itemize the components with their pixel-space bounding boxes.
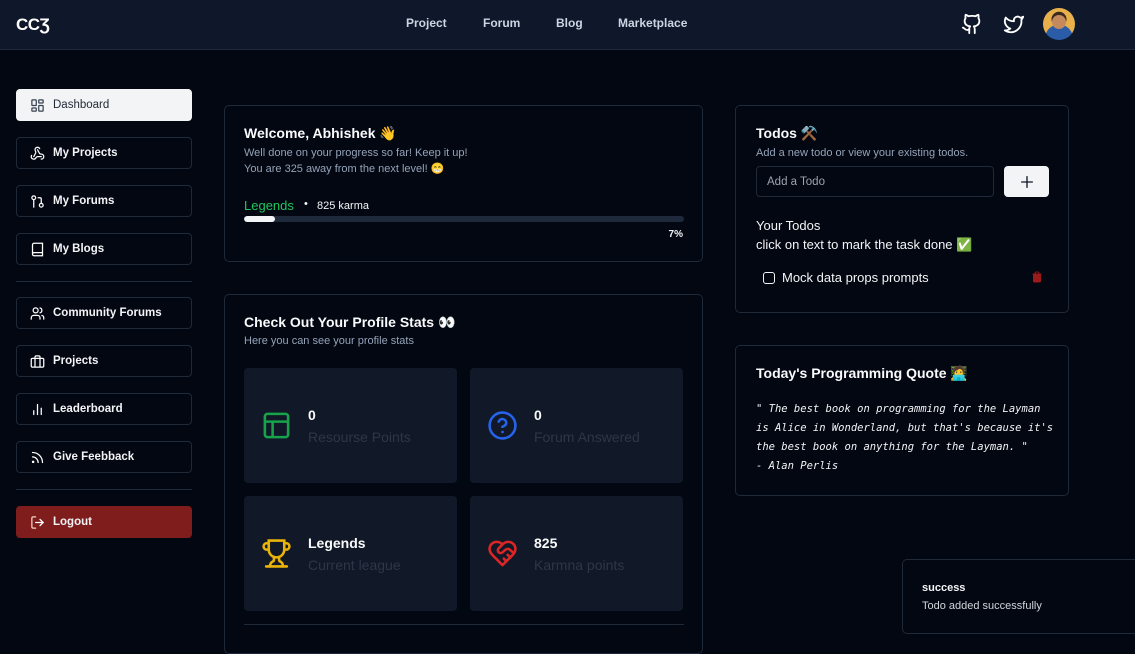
karma-count: 825 karma [317, 200, 369, 212]
logout-icon [31, 515, 45, 529]
sidebar-item-projects[interactable]: Projects [16, 345, 192, 377]
stat-value: 825 [534, 535, 558, 551]
briefcase-icon [30, 354, 45, 368]
bullet: • [304, 198, 308, 210]
nav-blog[interactable]: Blog [556, 16, 583, 30]
toast-title: success [922, 582, 966, 594]
sidebar-item-my-blogs[interactable]: My Blogs [16, 233, 192, 265]
logout-label: Logout [53, 516, 92, 528]
stat-value: Legends [308, 535, 366, 551]
add-todo-input[interactable] [756, 166, 994, 197]
quote-text: " The best book on programming for the L… [756, 403, 1054, 472]
nav-marketplace[interactable]: Marketplace [618, 16, 687, 30]
todos-title: Todos ⚒️ [756, 125, 819, 141]
sidebar-item-label: Dashboard [53, 99, 110, 111]
level-progress-fill [244, 216, 275, 222]
add-todo-button[interactable] [1004, 166, 1049, 197]
todo-checkbox[interactable] [763, 271, 775, 284]
todos-card: Todos ⚒️ Add a new todo or view your exi… [735, 105, 1069, 313]
logout-button[interactable]: Logout [16, 506, 192, 538]
layout-icon [263, 412, 290, 439]
sidebar-item-label: My Forums [53, 195, 115, 207]
webhook-icon [30, 146, 45, 160]
top-navbar: CCƷ Project Forum Blog Marketplace [0, 0, 1135, 50]
sidebar-item-community-forums[interactable]: Community Forums [16, 297, 192, 329]
welcome-card: Welcome, Abhishek 👋 Well done on your pr… [224, 105, 703, 262]
sidebar-item-my-projects[interactable]: My Projects [16, 137, 192, 169]
todo-text[interactable]: Mock data props prompts [782, 270, 929, 285]
sidebar-item-give-feedback[interactable]: Give Feebback [16, 441, 192, 473]
sidebar-divider [16, 281, 192, 282]
users-icon [30, 306, 45, 320]
stats-subtitle: Here you can see your profile stats [244, 335, 414, 347]
sidebar-item-label: My Blogs [53, 243, 105, 255]
stat-karma-points: 825 Karmna points [470, 496, 683, 611]
bar-chart-icon [33, 403, 42, 415]
stat-resource-points: 0 Resourse Points [244, 368, 457, 483]
sidebar-item-label: Community Forums [53, 307, 162, 319]
stat-current-league: Legends Current league [244, 496, 457, 611]
welcome-line-1: Well done on your progress so far! Keep … [244, 147, 468, 159]
stat-label: Current league [308, 557, 401, 573]
stat-value: 0 [308, 407, 316, 423]
todos-subtitle: Add a new todo or view your existing tod… [756, 147, 969, 159]
your-todos-heading: Your Todos [756, 218, 821, 233]
league-name: Legends [244, 198, 294, 213]
stat-forum-answered: 0 Forum Answered [470, 368, 683, 483]
plus-icon [1020, 175, 1033, 188]
sidebar-item-label: Leaderboard [53, 403, 123, 415]
quote-card: Today's Programming Quote 🧑‍💻 " The best… [735, 345, 1069, 496]
welcome-line-2: You are 325 away from the next level! 😁 [244, 163, 445, 175]
todos-hint: click on text to mark the task done ✅ [756, 237, 973, 252]
nav-project[interactable]: Project [406, 16, 447, 30]
twitter-icon[interactable] [1003, 13, 1025, 35]
sidebar-divider [16, 489, 192, 490]
logo[interactable]: CCƷ [16, 15, 50, 35]
welcome-title: Welcome, Abhishek 👋 [244, 125, 397, 141]
user-avatar[interactable] [1043, 8, 1075, 40]
stat-label: Karmna points [534, 557, 625, 573]
sidebar-item-label: Projects [53, 355, 99, 367]
dashboard-icon [31, 98, 44, 112]
trophy-icon [262, 539, 291, 568]
stat-value: 0 [534, 407, 542, 423]
quote-title: Today's Programming Quote 🧑‍💻 [756, 365, 968, 381]
level-progress-bar [244, 216, 684, 222]
nav-forum[interactable]: Forum [483, 16, 520, 30]
git-pull-request-icon [31, 194, 44, 208]
sidebar-item-leaderboard[interactable]: Leaderboard [16, 393, 192, 425]
progress-percent: 7% [668, 229, 683, 240]
stats-title: Check Out Your Profile Stats 👀 [244, 314, 456, 330]
sidebar-item-dashboard[interactable]: Dashboard [16, 89, 192, 121]
profile-stats-card: Check Out Your Profile Stats 👀 Here you … [224, 294, 703, 654]
toast-message: Todo added successfully [922, 600, 1042, 612]
book-icon [31, 242, 44, 256]
stat-label: Resourse Points [308, 429, 411, 445]
rss-icon [31, 451, 44, 463]
todo-item: Mock data props prompts [763, 270, 929, 285]
sidebar-item-my-forums[interactable]: My Forums [16, 185, 192, 217]
help-circle-icon [488, 411, 517, 440]
success-toast: success Todo added successfully [902, 559, 1135, 634]
sidebar-item-label: Give Feebback [53, 451, 135, 463]
stats-divider [244, 624, 684, 625]
sidebar-item-label: My Projects [53, 147, 118, 159]
heart-handshake-icon [488, 540, 517, 567]
trash-icon[interactable] [1031, 270, 1043, 284]
stat-label: Forum Answered [534, 429, 640, 445]
github-icon[interactable] [961, 13, 983, 35]
